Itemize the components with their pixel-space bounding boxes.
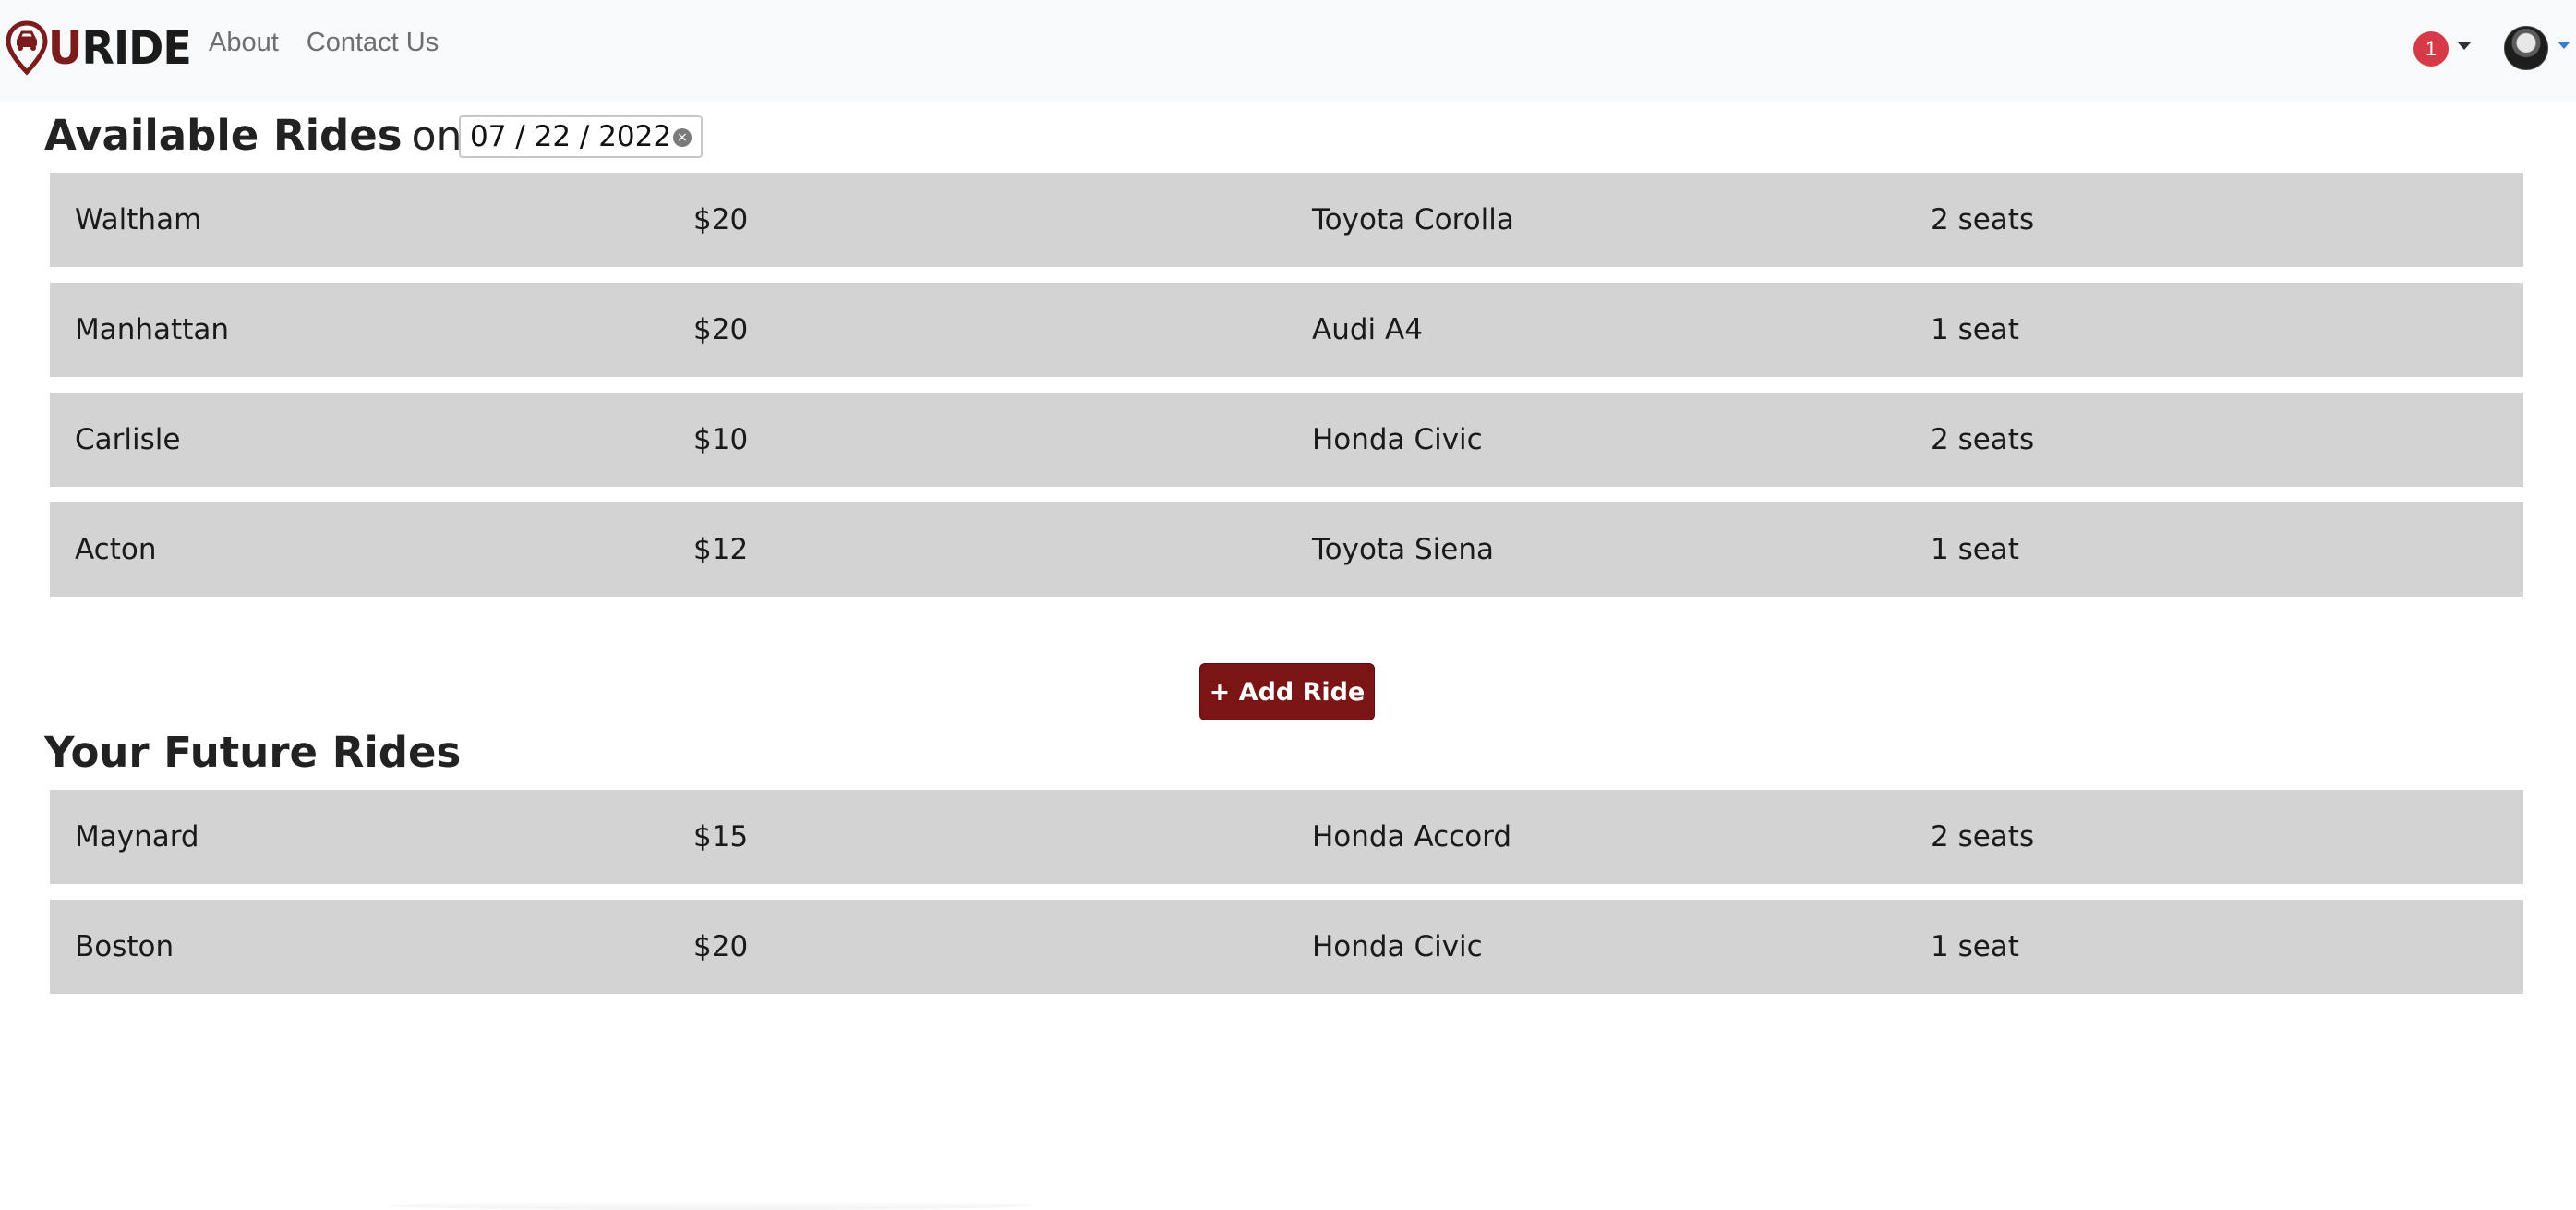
notifications-dropdown[interactable]: 1	[2413, 31, 2471, 67]
uride-logo[interactable]: URIDE	[6, 20, 203, 76]
available-rides-list: Waltham $20 Toyota Corolla 2 seats Manha…	[50, 173, 2523, 612]
ride-seats: 2 seats	[1931, 203, 2035, 236]
ride-price: $15	[693, 820, 749, 853]
profile-dropdown[interactable]	[2504, 26, 2570, 70]
ride-car: Honda Civic	[1312, 423, 1483, 456]
add-ride-button[interactable]: + Add Ride	[1199, 663, 1375, 720]
ride-car: Toyota Siena	[1312, 533, 1494, 566]
ride-seats: 1 seat	[1931, 313, 2019, 346]
ride-car: Toyota Corolla	[1312, 203, 1514, 236]
future-rides-list: Maynard $15 Honda Accord 2 seats Boston …	[50, 790, 2523, 1010]
ride-location: Carlisle	[75, 423, 181, 456]
ride-price: $20	[693, 203, 749, 236]
ride-car: Honda Civic	[1312, 930, 1483, 963]
clear-date-icon[interactable]: ×	[673, 128, 692, 147]
future-rides-heading: Your Future Rides	[44, 728, 462, 777]
ride-price: $20	[693, 313, 749, 346]
ride-date-value: 07 / 22 / 2022	[470, 120, 672, 153]
nav-links: About Contact Us	[209, 28, 439, 58]
ride-row[interactable]: Boston $20 Honda Civic 1 seat	[50, 900, 2523, 994]
ride-price: $20	[693, 930, 749, 963]
ride-location: Manhattan	[75, 313, 229, 346]
ride-location: Waltham	[75, 203, 202, 236]
chevron-down-icon	[2458, 42, 2471, 50]
ride-row[interactable]: Waltham $20 Toyota Corolla 2 seats	[50, 173, 2523, 267]
ride-row[interactable]: Carlisle $10 Honda Civic 2 seats	[50, 393, 2523, 487]
available-rides-heading: Available Rides on	[44, 115, 462, 157]
ride-seats: 2 seats	[1931, 423, 2035, 456]
ride-row[interactable]: Manhattan $20 Audi A4 1 seat	[50, 283, 2523, 377]
avatar	[2504, 26, 2548, 70]
nav-link-contact[interactable]: Contact Us	[307, 28, 439, 58]
ride-seats: 2 seats	[1931, 820, 2035, 853]
logo-name: RIDE	[81, 21, 191, 75]
logo-letter: U	[48, 21, 82, 75]
logo-wordmark: URIDE	[48, 20, 192, 76]
ride-seats: 1 seat	[1931, 533, 2019, 566]
notification-count-badge: 1	[2413, 31, 2449, 67]
nav-link-about[interactable]: About	[209, 28, 279, 58]
ride-car: Audi A4	[1312, 313, 1423, 346]
ride-car: Honda Accord	[1312, 820, 1512, 853]
available-rides-title: Available Rides	[44, 111, 403, 160]
ride-date-input[interactable]: 07 / 22 / 2022 ×	[459, 115, 703, 158]
ride-location: Acton	[75, 533, 157, 566]
ride-price: $12	[693, 533, 749, 566]
available-rides-on-label: on	[411, 113, 463, 160]
ride-seats: 1 seat	[1931, 930, 2019, 963]
page-bottom-shadow	[388, 1201, 1034, 1210]
ride-row[interactable]: Maynard $15 Honda Accord 2 seats	[50, 790, 2523, 884]
ride-row[interactable]: Acton $12 Toyota Siena 1 seat	[50, 502, 2523, 597]
ride-location: Maynard	[75, 820, 199, 853]
chevron-down-icon	[2558, 42, 2570, 49]
ride-price: $10	[693, 423, 749, 456]
top-navbar: URIDE About Contact Us 1	[0, 0, 2576, 102]
ride-location: Boston	[75, 930, 175, 963]
map-pin-car-icon	[6, 20, 48, 76]
